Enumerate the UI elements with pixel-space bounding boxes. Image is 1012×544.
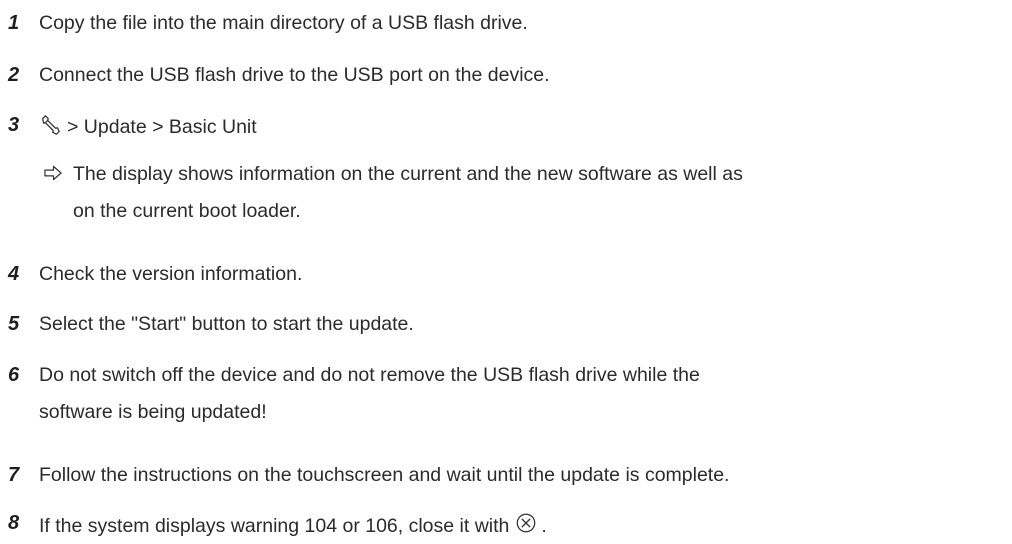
result-text: The display shows information on the cur… — [73, 163, 743, 185]
step-number: 5 — [8, 313, 20, 335]
wrench-icon — [42, 115, 60, 135]
step-text-end: . — [541, 515, 547, 537]
step-text: If the system displays warning 104 or 10… — [39, 515, 510, 537]
step-number: 1 — [8, 12, 20, 34]
step-number: 8 — [8, 512, 20, 534]
step-number: 4 — [8, 263, 20, 285]
step-number: 7 — [8, 464, 20, 486]
menu-path-text: > Update > Basic Unit — [67, 116, 257, 138]
close-circle-icon — [517, 513, 536, 533]
step-text-wrapper: If the system displays warning 104 or 10… — [39, 512, 547, 538]
step-number: 2 — [8, 64, 20, 86]
step-text: Connect the USB flash drive to the USB p… — [39, 64, 550, 86]
step-path: > Update > Basic Unit — [39, 114, 257, 139]
step-text: Select the "Start" button to start the u… — [39, 313, 414, 335]
result-text-continued: on the current boot loader. — [73, 200, 301, 222]
step-text: Check the version information. — [39, 263, 303, 285]
step-number: 6 — [8, 364, 20, 386]
step-text: Copy the file into the main directory of… — [39, 12, 528, 34]
step-text: Do not switch off the device and do not … — [39, 364, 700, 386]
result-arrow-icon — [44, 165, 62, 181]
step-number: 3 — [8, 114, 20, 136]
step-text: Follow the instructions on the touchscre… — [39, 464, 730, 486]
step-text-continued: software is being updated! — [39, 401, 267, 423]
